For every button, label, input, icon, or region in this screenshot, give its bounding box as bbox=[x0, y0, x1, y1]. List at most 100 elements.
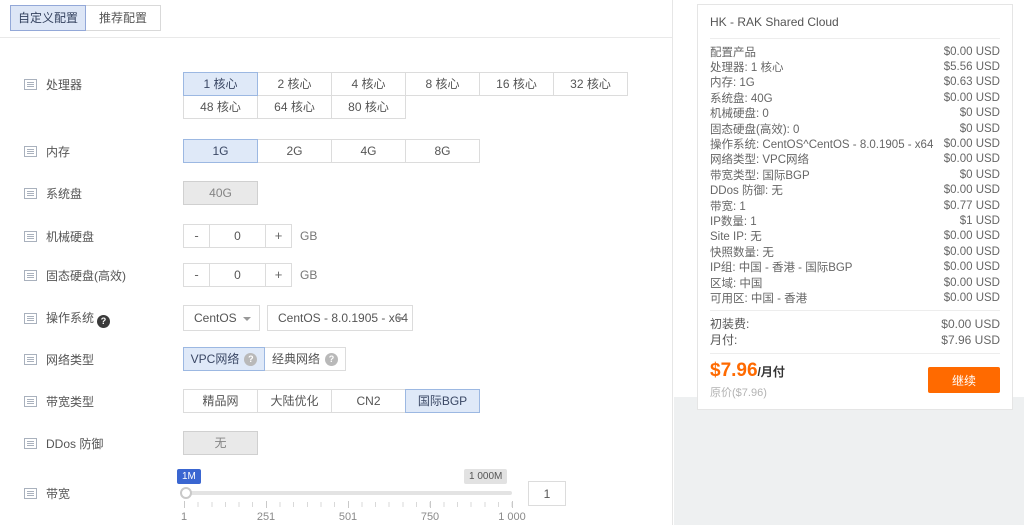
chevron-down-icon bbox=[396, 317, 404, 321]
monthly-price: $7.96/月付 bbox=[710, 361, 785, 382]
bandwidth-min-badge: 1M bbox=[177, 469, 201, 484]
hdd-plus-button[interactable]: + bbox=[265, 224, 292, 248]
ddos-label: DDos 防御 bbox=[46, 435, 103, 452]
memory-option[interactable]: 1G bbox=[183, 139, 258, 163]
network-option[interactable]: 经典网络? bbox=[264, 347, 346, 371]
processor-option[interactable]: 1 核心 bbox=[183, 72, 258, 96]
help-icon: ? bbox=[97, 315, 110, 328]
list-icon bbox=[24, 145, 37, 158]
hdd-value[interactable]: 0 bbox=[209, 224, 266, 248]
memory-option[interactable]: 8G bbox=[405, 139, 480, 163]
ddos-options: 无 bbox=[183, 431, 258, 455]
summary-items: 配置产品 $0.00 USD 处理器: 1 核心 $5.56 USD 内存: 1… bbox=[710, 39, 1000, 310]
summary-row: 带宽: 1 $0.77 USD bbox=[710, 198, 1000, 213]
memory-label: 内存 bbox=[46, 143, 70, 160]
processor-option[interactable]: 80 核心 bbox=[331, 95, 406, 119]
memory-option[interactable]: 2G bbox=[257, 139, 332, 163]
config-tab[interactable]: 推荐配置 bbox=[85, 5, 161, 31]
system-disk-option[interactable]: 40G bbox=[183, 181, 258, 205]
background-area bbox=[674, 397, 1024, 525]
processor-options: 1 核心2 核心4 核心8 核心16 核心32 核心 48 核心64 核心80 核… bbox=[183, 72, 636, 119]
help-icon: ? bbox=[325, 353, 338, 366]
ssd-minus-button[interactable]: - bbox=[183, 263, 210, 287]
os-label: 操作系统? bbox=[46, 309, 110, 328]
tab-group: 自定义配置推荐配置 bbox=[10, 5, 161, 31]
processor-option[interactable]: 4 核心 bbox=[331, 72, 406, 96]
summary-row: 固态硬盘(高效): 0 $0 USD bbox=[710, 121, 1000, 136]
summary-row: 处理器: 1 核心 $5.56 USD bbox=[710, 59, 1000, 74]
processor-option[interactable]: 64 核心 bbox=[257, 95, 332, 119]
chevron-down-icon bbox=[243, 317, 251, 321]
system-disk-label: 系统盘 bbox=[46, 185, 82, 202]
summary-row: Site IP: 无 $0.00 USD bbox=[710, 229, 1000, 244]
summary-row: 配置产品 $0.00 USD bbox=[710, 44, 1000, 59]
summary-row: DDos 防御: 无 $0.00 USD bbox=[710, 183, 1000, 198]
list-icon bbox=[24, 269, 37, 282]
summary-row: 网络类型: VPC网络 $0.00 USD bbox=[710, 152, 1000, 167]
product-title: HK - RAK Shared Cloud bbox=[710, 15, 1000, 38]
summary-totals: 初装费: $0.00 USD 月付: $7.96 USD bbox=[710, 311, 1000, 353]
bandwidth-slider-track[interactable] bbox=[184, 491, 512, 495]
order-summary-panel: HK - RAK Shared Cloud 配置产品 $0.00 USD 处理器… bbox=[697, 4, 1013, 410]
help-icon: ? bbox=[244, 353, 257, 366]
bandwidth-slider-handle[interactable] bbox=[180, 487, 192, 499]
network-options: VPC网络?经典网络? bbox=[183, 347, 346, 371]
config-pane: 自定义配置推荐配置 处理器 1 核心2 核心4 核心8 核心16 核心32 核心… bbox=[0, 0, 673, 525]
hdd-unit: GB bbox=[300, 229, 317, 243]
ssd-plus-button[interactable]: + bbox=[265, 263, 292, 287]
ddos-option[interactable]: 无 bbox=[183, 431, 258, 455]
memory-options: 1G2G4G8G bbox=[183, 139, 486, 163]
summary-row: 可用区: 中国 - 香港 $0.00 USD bbox=[710, 290, 1000, 305]
memory-option[interactable]: 4G bbox=[331, 139, 406, 163]
summary-row: 区域: 中国 $0.00 USD bbox=[710, 275, 1000, 290]
total-row: 初装费: $0.00 USD bbox=[710, 316, 1000, 332]
bandwidth-type-option[interactable]: 精品网 bbox=[183, 389, 258, 413]
config-page: 自定义配置推荐配置 处理器 1 核心2 核心4 核心8 核心16 核心32 核心… bbox=[0, 0, 1024, 525]
continue-button[interactable]: 继续 bbox=[928, 367, 1000, 393]
summary-row: IP组: 中国 - 香港 - 国际BGP $0.00 USD bbox=[710, 259, 1000, 274]
summary-row: 机械硬盘: 0 $0 USD bbox=[710, 106, 1000, 121]
processor-option[interactable]: 8 核心 bbox=[405, 72, 480, 96]
processor-option[interactable]: 16 核心 bbox=[479, 72, 554, 96]
hdd-minus-button[interactable]: - bbox=[183, 224, 210, 248]
bandwidth-input[interactable] bbox=[528, 481, 566, 506]
hdd-label: 机械硬盘 bbox=[46, 228, 94, 245]
summary-row: 系统盘: 40G $0.00 USD bbox=[710, 90, 1000, 105]
processor-label: 处理器 bbox=[46, 76, 82, 93]
network-option[interactable]: VPC网络? bbox=[183, 347, 265, 371]
summary-row: IP数量: 1 $1 USD bbox=[710, 213, 1000, 228]
os-version-select[interactable]: CentOS - 8.0.1905 - x64 bbox=[267, 305, 413, 331]
processor-option[interactable]: 2 核心 bbox=[257, 72, 332, 96]
bandwidth-type-label: 带宽类型 bbox=[46, 393, 94, 410]
list-icon bbox=[24, 187, 37, 200]
original-price: 原价($7.96) bbox=[710, 384, 785, 400]
panel-footer: $7.96/月付 原价($7.96) 继续 bbox=[710, 354, 1000, 400]
bandwidth-type-option[interactable]: 国际BGP bbox=[405, 389, 480, 413]
os-family-select[interactable]: CentOS bbox=[183, 305, 260, 331]
list-icon bbox=[24, 353, 37, 366]
ssd-unit: GB bbox=[300, 268, 317, 282]
summary-row: 带宽类型: 国际BGP $0 USD bbox=[710, 167, 1000, 182]
network-label: 网络类型 bbox=[46, 351, 94, 368]
summary-row: 内存: 1G $0.63 USD bbox=[710, 75, 1000, 90]
summary-row: 快照数量: 无 $0.00 USD bbox=[710, 244, 1000, 259]
processor-option[interactable]: 48 核心 bbox=[183, 95, 258, 119]
list-icon bbox=[24, 437, 37, 450]
system-disk-options: 40G bbox=[183, 181, 258, 205]
processor-option[interactable]: 32 核心 bbox=[553, 72, 628, 96]
ssd-label: 固态硬盘(高效) bbox=[46, 267, 126, 284]
bandwidth-type-options: 精品网大陆优化CN2国际BGP bbox=[183, 389, 486, 413]
ssd-value[interactable]: 0 bbox=[209, 263, 266, 287]
summary-row: 操作系统: CentOS^CentOS - 8.0.1905 - x64 $0.… bbox=[710, 136, 1000, 151]
ssd-stepper: - 0 + GB bbox=[183, 263, 317, 287]
list-icon bbox=[24, 78, 37, 91]
list-icon bbox=[24, 312, 37, 325]
bandwidth-type-option[interactable]: CN2 bbox=[331, 389, 406, 413]
bandwidth-type-option[interactable]: 大陆优化 bbox=[257, 389, 332, 413]
tab-bar: 自定义配置推荐配置 bbox=[0, 0, 672, 38]
config-tab[interactable]: 自定义配置 bbox=[10, 5, 86, 31]
hdd-stepper: - 0 + GB bbox=[183, 224, 317, 248]
total-row: 月付: $7.96 USD bbox=[710, 332, 1000, 348]
bandwidth-tick-labels: 12515017501 000 bbox=[184, 502, 512, 522]
list-icon bbox=[24, 395, 37, 408]
